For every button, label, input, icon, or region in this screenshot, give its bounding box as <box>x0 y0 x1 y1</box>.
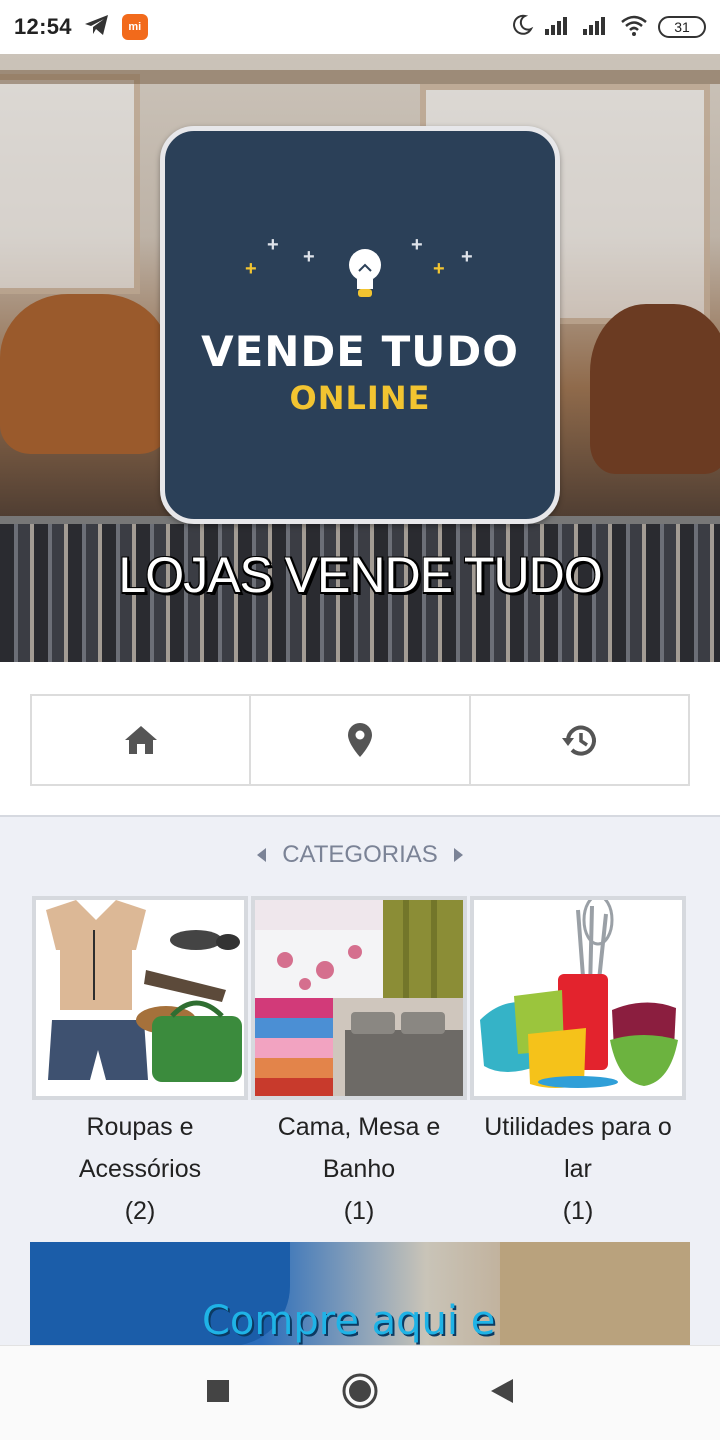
history-button[interactable] <box>470 696 688 784</box>
back-triangle-icon <box>491 1378 513 1403</box>
sparkle-icon: + <box>411 234 423 256</box>
store-logo: + + + + + + VENDE TUDO ONLINE <box>160 126 560 524</box>
recent-apps-button[interactable] <box>205 1378 231 1409</box>
category-item-utilidades[interactable]: Utilidades para o lar (1) <box>470 896 686 1232</box>
lightbulb-icon <box>349 249 381 297</box>
store-nav-row <box>30 694 690 786</box>
banner-box <box>500 1242 690 1346</box>
home-system-button[interactable] <box>341 1372 379 1415</box>
categories-section: CATEGORIAS Roupas e Acessórios (2) Cama,… <box>0 817 720 1346</box>
hero-bag-right <box>590 304 720 474</box>
promo-banner[interactable]: Compre aqui e <box>30 1242 690 1346</box>
location-button[interactable] <box>251 696 471 784</box>
location-pin-icon <box>347 723 372 757</box>
sparkle-icon: + <box>303 246 315 268</box>
back-button[interactable] <box>489 1377 515 1410</box>
store-hero-banner: + + + + + + VENDE TUDO ONLINE LOJAS VEND… <box>0 54 720 662</box>
chevron-left-icon[interactable] <box>257 848 267 862</box>
category-label: Roupas e Acessórios (2) <box>78 1113 202 1225</box>
signal-icon-2 <box>582 15 610 40</box>
sparkle-icon: + <box>461 246 473 268</box>
category-image <box>470 896 686 1100</box>
clothing-accessories-image <box>36 900 244 1096</box>
home-utilities-image <box>474 900 682 1096</box>
category-label: Cama, Mesa e Banho (1) <box>277 1113 441 1225</box>
category-item-cama-mesa-banho[interactable]: Cama, Mesa e Banho (1) <box>251 896 467 1232</box>
category-image <box>251 896 467 1100</box>
logo-title: VENDE TUDO <box>201 327 519 376</box>
hero-shelf-top <box>0 70 720 84</box>
categories-header: CATEGORIAS <box>0 841 720 869</box>
home-icon <box>124 726 157 754</box>
sparkle-icon: + <box>267 234 279 256</box>
battery-indicator: 31 <box>658 16 706 38</box>
sparkle-icon: + <box>433 258 445 280</box>
sparkle-icon: + <box>245 258 257 280</box>
category-image <box>32 896 248 1100</box>
history-icon <box>562 725 597 756</box>
banner-text: Compre aqui e <box>202 1298 496 1344</box>
bed-table-bath-image <box>255 900 463 1096</box>
telegram-icon <box>84 14 110 41</box>
home-button[interactable] <box>32 696 252 784</box>
store-name: LOJAS VENDE TUDO <box>118 547 602 603</box>
system-navigation-bar <box>0 1345 720 1440</box>
category-item-roupas[interactable]: Roupas e Acessórios (2) <box>32 896 248 1232</box>
wifi-icon <box>620 14 648 41</box>
store-nav-section <box>0 662 720 817</box>
hero-bag-left <box>0 294 170 454</box>
logo-subtitle: ONLINE <box>289 379 431 417</box>
mi-app-icon: mi <box>121 14 148 40</box>
square-icon <box>207 1379 229 1402</box>
categories-title: CATEGORIAS <box>282 841 438 868</box>
status-time: 12:54 <box>14 14 72 39</box>
signal-icon <box>544 15 572 40</box>
categories-list: Roupas e Acessórios (2) Cama, Mesa e Ban… <box>32 896 720 1226</box>
moon-icon <box>510 13 534 42</box>
hero-background-shelf <box>0 74 140 294</box>
circle-icon <box>342 1373 378 1408</box>
status-bar: 12:54 mi 31 <box>0 0 720 54</box>
category-label: Utilidades para o lar (1) <box>484 1113 672 1225</box>
chevron-right-icon[interactable] <box>453 848 463 862</box>
